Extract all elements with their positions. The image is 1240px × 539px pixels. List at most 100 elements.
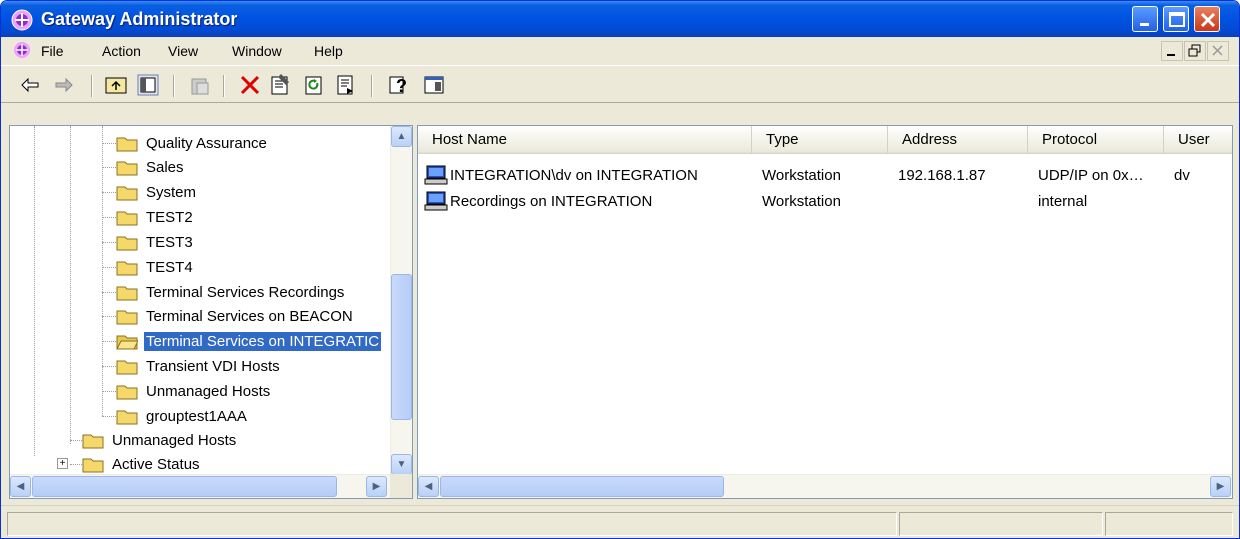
tree-item-label: Terminal Services Recordings <box>146 283 345 301</box>
child-close-button[interactable] <box>1207 41 1229 61</box>
tree-item-label: Active Status <box>112 455 200 473</box>
tree-connector <box>102 167 116 168</box>
menu-window[interactable]: Window <box>232 43 282 59</box>
column-address[interactable]: Address <box>888 126 1028 154</box>
minimize-button[interactable] <box>1132 6 1158 32</box>
folder-icon <box>116 211 138 226</box>
delete-button[interactable] <box>239 74 261 96</box>
scroll-thumb[interactable] <box>440 476 724 497</box>
tree-item-test3[interactable]: TEST3 <box>116 230 195 254</box>
forward-button[interactable] <box>53 74 75 96</box>
tree-connector <box>102 192 116 193</box>
column-protocol[interactable]: Protocol <box>1028 126 1164 154</box>
expand-toggle[interactable]: + <box>57 458 68 469</box>
folder-icon <box>116 236 138 251</box>
status-panel-tertiary <box>1105 512 1233 536</box>
tree-horizontal-scrollbar[interactable]: ◀ ▶ <box>10 474 390 498</box>
column-host-name[interactable]: Host Name <box>418 126 752 154</box>
export-list-button[interactable] <box>335 74 357 96</box>
type-cell: Workstation <box>762 166 841 184</box>
close-button[interactable] <box>1194 6 1220 32</box>
tree-item-unmanaged-hosts-child[interactable]: Unmanaged Hosts <box>116 379 272 403</box>
child-minimize-button[interactable] <box>1161 41 1183 61</box>
scrollbar-corner <box>390 474 412 498</box>
tree-item-grouptest1aaa[interactable]: grouptest1AAA <box>116 404 249 428</box>
workstation-icon <box>424 165 448 185</box>
toolbar: ? <box>1 65 1239 103</box>
minimize-icon <box>1140 23 1149 26</box>
export-list-icon <box>337 75 353 95</box>
tree-item-quality-assurance[interactable]: Quality Assurance <box>116 131 269 155</box>
help-button[interactable]: ? <box>387 74 409 96</box>
menu-file[interactable]: File <box>41 43 64 59</box>
properties-icon <box>271 74 289 95</box>
folder-icon <box>116 286 138 301</box>
back-button[interactable] <box>19 74 41 96</box>
tree-item-terminal-services-beacon[interactable]: Terminal Services on BEACON <box>116 304 355 328</box>
tree-item-test2[interactable]: TEST2 <box>116 205 195 229</box>
menu-bar: File Action View Window Help <box>1 37 1239 65</box>
console-tree-pane[interactable]: Quality Assurance Sales System TEST2 TES… <box>9 125 413 499</box>
gateway-administrator-window: Gateway Administrator File Action View W… <box>0 0 1240 539</box>
tree-item-test4[interactable]: TEST4 <box>116 255 195 279</box>
tree-item-label: TEST2 <box>146 208 193 226</box>
properties-button[interactable] <box>269 74 291 96</box>
scroll-right-button[interactable]: ▶ <box>1210 476 1231 497</box>
up-one-level-button[interactable] <box>105 74 127 96</box>
tree-item-system[interactable]: System <box>116 180 198 204</box>
help-icon: ? <box>389 76 407 96</box>
tree-connector <box>102 217 116 218</box>
folder-icon <box>82 434 104 449</box>
scroll-left-button[interactable]: ◀ <box>418 476 439 497</box>
paste-button[interactable] <box>189 74 211 96</box>
tree-item-unmanaged-hosts[interactable]: Unmanaged Hosts <box>82 428 238 452</box>
delete-icon <box>240 75 260 95</box>
workstation-icon <box>424 191 448 211</box>
scroll-left-button[interactable]: ◀ <box>10 476 31 497</box>
console-tree: Quality Assurance Sales System TEST2 TES… <box>10 126 390 476</box>
tree-item-label: TEST4 <box>146 258 193 276</box>
show-hide-tree-button[interactable] <box>137 74 159 96</box>
scroll-down-button[interactable]: ▼ <box>391 454 412 475</box>
tree-item-terminal-services-recordings[interactable]: Terminal Services Recordings <box>116 280 346 304</box>
tree-item-sales[interactable]: Sales <box>116 155 186 179</box>
user-cell: dv <box>1174 166 1190 184</box>
scroll-up-button[interactable]: ▲ <box>391 126 412 147</box>
folder-icon <box>116 410 138 425</box>
tree-item-label: TEST3 <box>146 233 193 251</box>
results-horizontal-scrollbar[interactable]: ◀ ▶ <box>418 474 1232 498</box>
refresh-icon <box>305 76 322 95</box>
menu-view[interactable]: View <box>168 43 198 59</box>
column-user[interactable]: User <box>1164 126 1232 154</box>
close-icon <box>1212 45 1223 56</box>
list-row[interactable]: INTEGRATION\dv on INTEGRATION Workstatio… <box>424 163 1214 187</box>
host-name: INTEGRATION\dv on INTEGRATION <box>450 166 698 184</box>
toolbar-separator <box>371 75 373 97</box>
console-menu-icon[interactable] <box>13 41 31 59</box>
tree-item-transient-vdi-hosts[interactable]: Transient VDI Hosts <box>116 354 282 378</box>
child-restore-button[interactable] <box>1184 41 1206 61</box>
tree-item-label: Terminal Services on INTEGRATIC <box>144 331 382 351</box>
tree-item-terminal-services-integration[interactable]: Terminal Services on INTEGRATIC <box>116 329 382 353</box>
refresh-button[interactable] <box>303 74 325 96</box>
scroll-thumb[interactable] <box>391 274 412 420</box>
results-pane[interactable]: Host Name Type Address Protocol User INT… <box>417 125 1233 499</box>
scroll-right-button[interactable]: ▶ <box>366 476 387 497</box>
maximize-button[interactable] <box>1163 6 1189 32</box>
tree-vertical-scrollbar[interactable]: ▲ ▼ <box>390 126 412 476</box>
toolbar-separator <box>173 75 175 97</box>
menu-help[interactable]: Help <box>314 43 343 59</box>
console-pane-button[interactable] <box>423 74 445 96</box>
list-row[interactable]: Recordings on INTEGRATION Workstation in… <box>424 189 1214 213</box>
column-type[interactable]: Type <box>752 126 888 154</box>
app-icon[interactable] <box>11 9 33 31</box>
tree-item-active-status[interactable]: Active Status <box>82 452 202 476</box>
restore-icon <box>1188 44 1201 57</box>
paste-icon <box>191 78 209 95</box>
tree-connector <box>102 341 116 342</box>
scroll-thumb[interactable] <box>32 476 337 497</box>
tree-connector <box>102 416 116 417</box>
menu-action[interactable]: Action <box>102 43 141 59</box>
title-bar[interactable]: Gateway Administrator <box>1 1 1239 37</box>
toolbar-separator <box>91 75 93 97</box>
